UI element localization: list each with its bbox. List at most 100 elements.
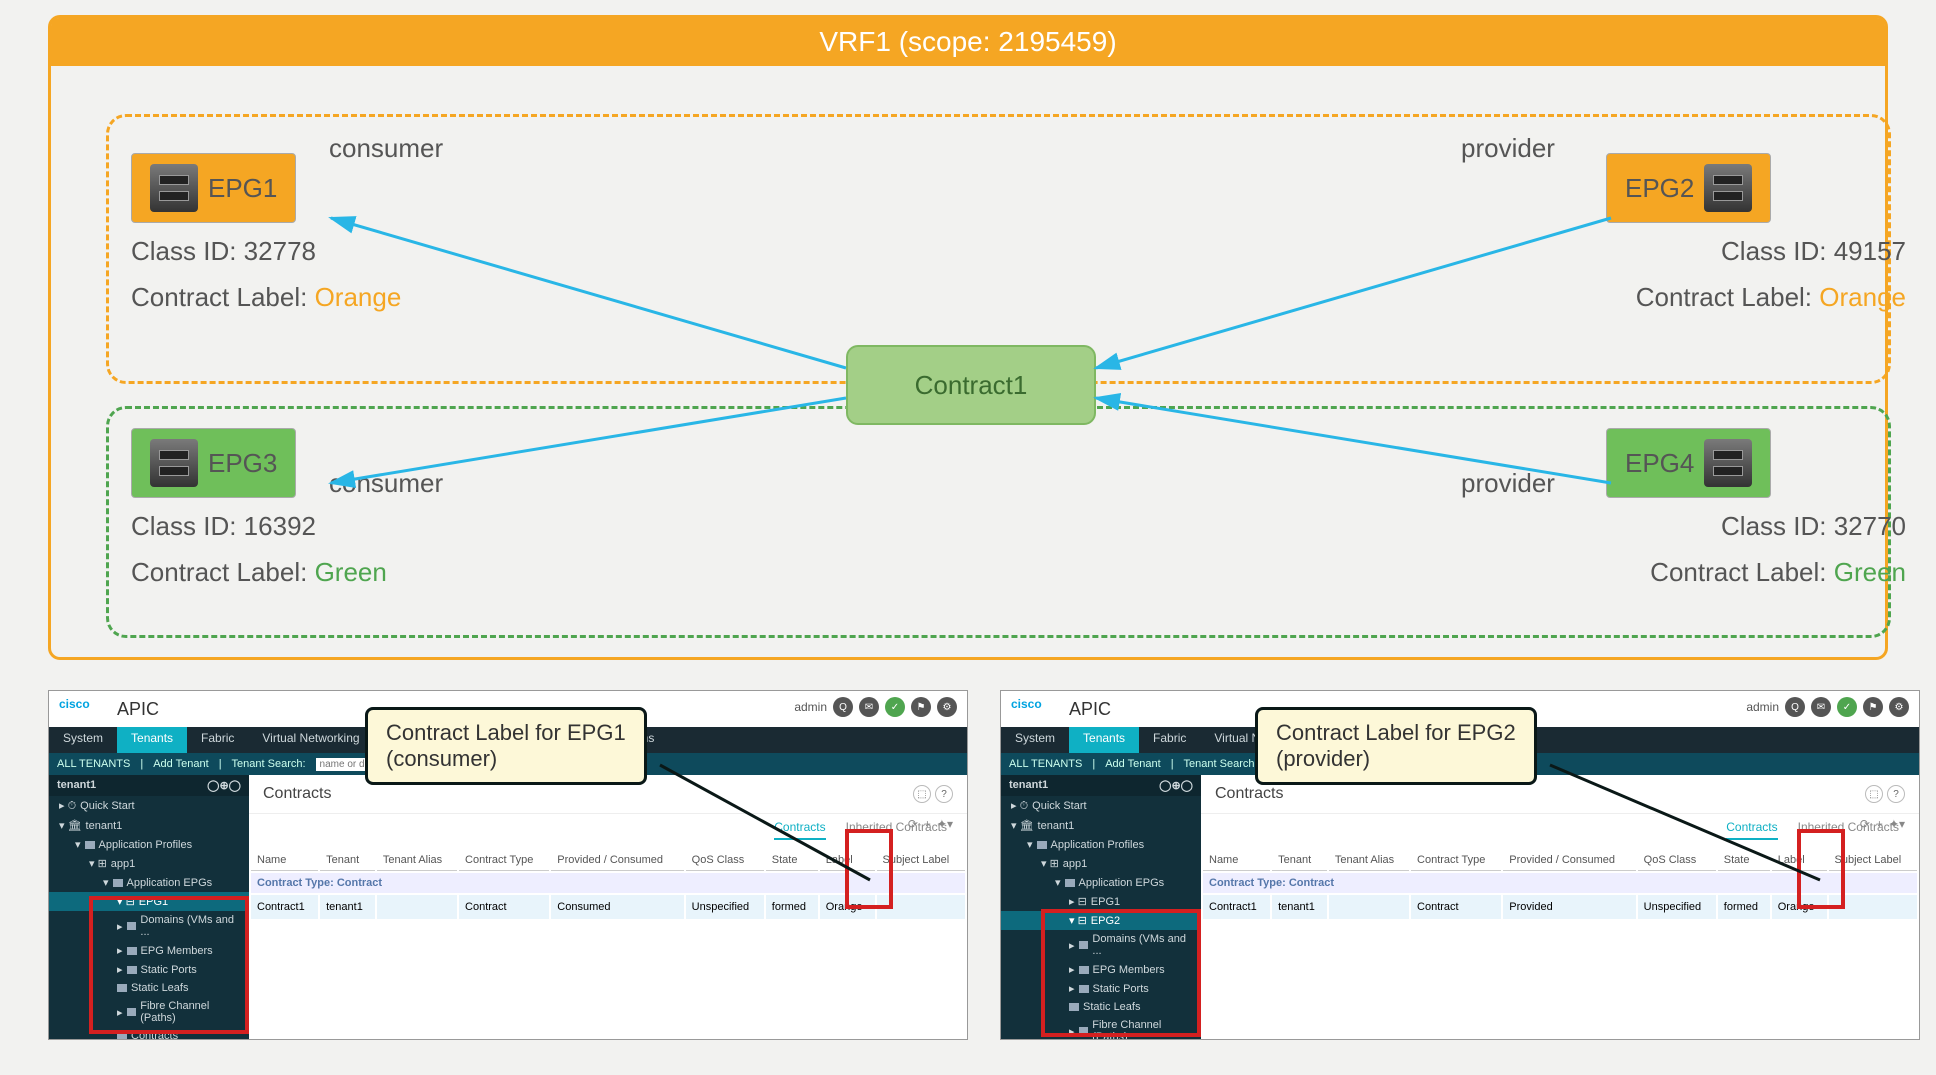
col-name[interactable]: Name xyxy=(1203,850,1270,871)
sidebar-root: tenant1 xyxy=(1009,779,1048,792)
contract1-node: Contract1 xyxy=(846,345,1096,425)
epg1-classid: Class ID: 32778 xyxy=(131,233,431,269)
tree-quickstart[interactable]: ▸ ⏱ Quick Start xyxy=(49,796,249,816)
epg2-label: Contract Label: Orange xyxy=(1606,279,1906,315)
alerts-icon[interactable]: ⚑ xyxy=(1863,697,1883,717)
feedback-icon[interactable]: ✉ xyxy=(859,697,879,717)
col-pc[interactable]: Provided / Consumed xyxy=(551,850,683,871)
nav-tenants[interactable]: Tenants xyxy=(117,727,187,753)
policy-icon[interactable]: ⬚ xyxy=(1865,785,1883,803)
nav-system[interactable]: System xyxy=(49,727,117,753)
col-pc[interactable]: Provided / Consumed xyxy=(1503,850,1635,871)
help-icon[interactable]: ? xyxy=(935,785,953,803)
add-tenant-link[interactable]: Add Tenant xyxy=(153,758,208,770)
apic-user[interactable]: admin xyxy=(794,700,827,714)
redbox-tree-left xyxy=(89,896,249,1034)
health-icon[interactable]: ✓ xyxy=(885,697,905,717)
nav-fabric[interactable]: Fabric xyxy=(1139,727,1200,753)
settings-icon[interactable]: ⚙ xyxy=(1889,697,1909,717)
col-state[interactable]: State xyxy=(766,850,818,871)
apic-user-area: admin Q ✉ ✓ ⚑ ⚙ xyxy=(794,697,957,717)
tree-app1[interactable]: ▾ ⊞ app1 xyxy=(1001,854,1201,873)
sidebar-tools[interactable]: ◯⊕◯ xyxy=(1159,779,1193,792)
epg3-node: EPG3 Class ID: 16392 Contract Label: Gre… xyxy=(131,428,431,591)
col-qos[interactable]: QoS Class xyxy=(1638,850,1716,871)
col-name[interactable]: Name xyxy=(251,850,318,871)
redbox-tree-right xyxy=(1041,909,1201,1037)
epg3-label: Contract Label: Green xyxy=(131,554,431,590)
server-icon xyxy=(150,164,198,212)
vrf-title: VRF1 (scope: 2195459) xyxy=(51,18,1885,66)
apic-user-area: admin Q ✉ ✓ ⚑ ⚙ xyxy=(1746,697,1909,717)
epg4-label: Contract Label: Green xyxy=(1606,554,1906,590)
all-tenants-link[interactable]: ALL TENANTS xyxy=(57,758,130,770)
col-ctype[interactable]: Contract Type xyxy=(459,850,549,871)
feedback-icon[interactable]: ✉ xyxy=(1811,697,1831,717)
col-tenant[interactable]: Tenant xyxy=(1272,850,1327,871)
settings-icon[interactable]: ⚙ xyxy=(937,697,957,717)
search-icon[interactable]: Q xyxy=(1785,697,1805,717)
epg4-box: EPG4 xyxy=(1606,428,1771,498)
epg2-node: EPG2 Class ID: 49157 Contract Label: Ora… xyxy=(1606,153,1906,316)
callout-epg1: Contract Label for EPG1(consumer) xyxy=(365,707,647,785)
epg3-name: EPG3 xyxy=(208,448,277,479)
alerts-icon[interactable]: ⚑ xyxy=(911,697,931,717)
epg1-role: consumer xyxy=(329,133,443,164)
add-icon[interactable]: + xyxy=(1876,817,1883,831)
cisco-brand: cisco xyxy=(59,697,90,711)
epg4-node: EPG4 Class ID: 32770 Contract Label: Gre… xyxy=(1606,428,1906,591)
col-alias[interactable]: Tenant Alias xyxy=(1329,850,1409,871)
nav-vnet[interactable]: Virtual Networking xyxy=(248,727,373,753)
apic-user[interactable]: admin xyxy=(1746,700,1779,714)
vrf-box: VRF1 (scope: 2195459) EPG1 Class ID: 327… xyxy=(48,15,1888,660)
tenant-search-label: Tenant Search: xyxy=(1184,758,1258,770)
health-icon[interactable]: ✓ xyxy=(1837,697,1857,717)
tree-app-epgs[interactable]: ▾ Application EPGs xyxy=(49,873,249,892)
col-tenant[interactable]: Tenant xyxy=(320,850,375,871)
tree-app1[interactable]: ▾ ⊞ app1 xyxy=(49,854,249,873)
server-icon xyxy=(150,439,198,487)
epg4-classid: Class ID: 32770 xyxy=(1606,508,1906,544)
diagram-container: VRF1 (scope: 2195459) EPG1 Class ID: 327… xyxy=(20,10,1916,1065)
help-icon[interactable]: ? xyxy=(1887,785,1905,803)
col-ctype[interactable]: Contract Type xyxy=(1411,850,1501,871)
tree-app-profiles[interactable]: ▾ Application Profiles xyxy=(1001,835,1201,854)
tree-tenant1[interactable]: ▾ 🏛 tenant1 xyxy=(1001,816,1201,835)
epg1-node: EPG1 Class ID: 32778 Contract Label: Ora… xyxy=(131,153,431,316)
add-icon[interactable]: + xyxy=(924,817,931,831)
callout-epg2: Contract Label for EPG2(provider) xyxy=(1255,707,1537,785)
sidebar-root: tenant1 xyxy=(57,779,96,792)
tools-icon[interactable]: ✦▾ xyxy=(1889,817,1905,831)
tree-quickstart[interactable]: ▸ ⏱ Quick Start xyxy=(1001,796,1201,816)
refresh-icon[interactable]: ⟳ xyxy=(1860,817,1870,831)
epg1-box: EPG1 xyxy=(131,153,296,223)
cisco-brand: cisco xyxy=(1011,697,1042,711)
tenant-search-label: Tenant Search: xyxy=(232,758,306,770)
nav-system[interactable]: System xyxy=(1001,727,1069,753)
tools-icon[interactable]: ✦▾ xyxy=(937,817,953,831)
policy-icon[interactable]: ⬚ xyxy=(913,785,931,803)
sidebar-tools[interactable]: ◯⊕◯ xyxy=(207,779,241,792)
col-alias[interactable]: Tenant Alias xyxy=(377,850,457,871)
redbox-label-right xyxy=(1797,829,1845,909)
tree-app-profiles[interactable]: ▾ Application Profiles xyxy=(49,835,249,854)
apic-title: APIC xyxy=(1069,699,1111,720)
epg2-box: EPG2 xyxy=(1606,153,1771,223)
col-qos[interactable]: QoS Class xyxy=(686,850,764,871)
refresh-icon[interactable]: ⟳ xyxy=(908,817,918,831)
redbox-label-left xyxy=(845,829,893,909)
col-state[interactable]: State xyxy=(1718,850,1770,871)
epg4-name: EPG4 xyxy=(1625,448,1694,479)
epg1-label: Contract Label: Orange xyxy=(131,279,431,315)
tree-app-epgs[interactable]: ▾ Application EPGs xyxy=(1001,873,1201,892)
nav-tenants[interactable]: Tenants xyxy=(1069,727,1139,753)
tree-tenant1[interactable]: ▾ 🏛 tenant1 xyxy=(49,816,249,835)
nav-fabric[interactable]: Fabric xyxy=(187,727,248,753)
tab-contracts[interactable]: Contracts xyxy=(774,820,825,840)
tab-contracts[interactable]: Contracts xyxy=(1726,820,1777,840)
search-icon[interactable]: Q xyxy=(833,697,853,717)
add-tenant-link[interactable]: Add Tenant xyxy=(1105,758,1160,770)
epg2-name: EPG2 xyxy=(1625,173,1694,204)
all-tenants-link[interactable]: ALL TENANTS xyxy=(1009,758,1082,770)
epg2-role: provider xyxy=(1461,133,1555,164)
